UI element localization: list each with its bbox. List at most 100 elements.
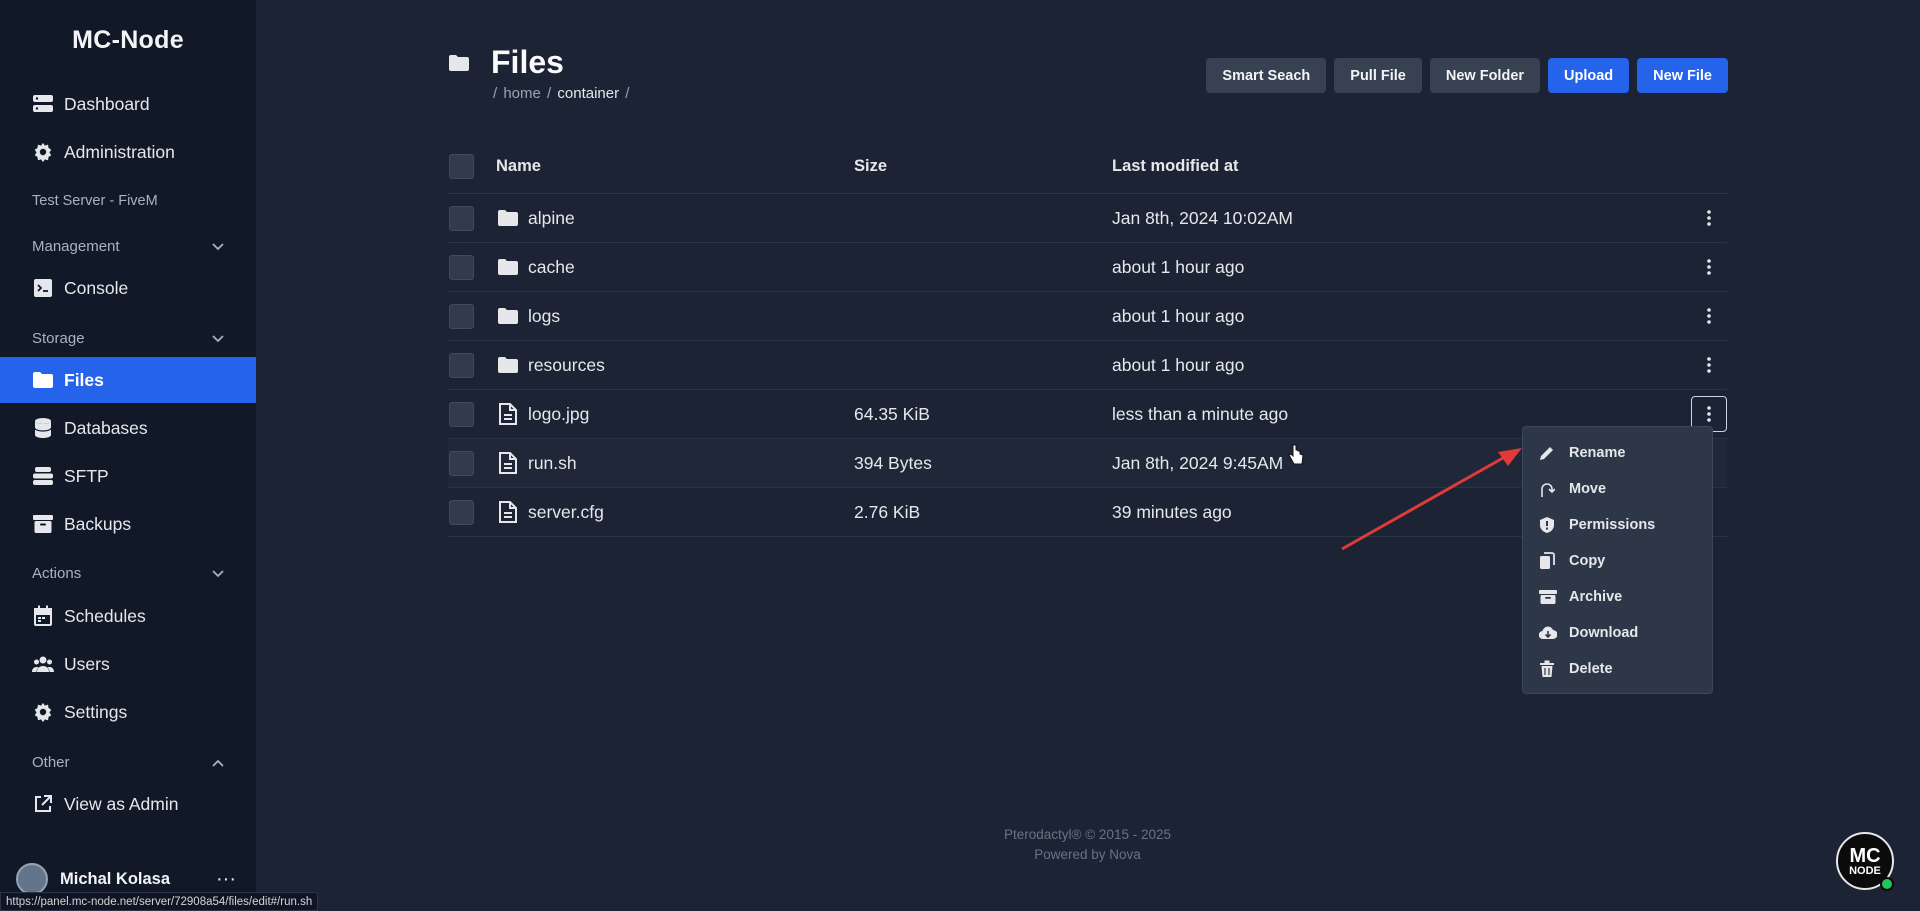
trash-icon xyxy=(1539,660,1559,678)
file-name-cell[interactable]: logs xyxy=(496,306,560,327)
sidebar-item-console[interactable]: Console xyxy=(0,265,256,311)
menu-item-label: Copy xyxy=(1569,553,1606,569)
menu-archive[interactable]: Archive xyxy=(1523,579,1712,615)
more-vertical-icon[interactable] xyxy=(1691,249,1727,285)
section-other[interactable]: Other xyxy=(0,747,256,777)
breadcrumb-separator: / xyxy=(547,85,552,102)
sidebar-item-schedules[interactable]: Schedules xyxy=(0,593,256,639)
row-checkbox[interactable] xyxy=(449,303,474,329)
column-modified[interactable]: Last modified at xyxy=(1112,157,1239,176)
sidebar-item-label: View as Admin xyxy=(64,793,179,814)
file-modified: Jan 8th, 2024 9:45AM xyxy=(1112,452,1284,473)
menu-permissions[interactable]: Permissions xyxy=(1523,507,1712,543)
file-name-cell[interactable]: cache xyxy=(496,257,575,278)
sidebar-item-settings[interactable]: Settings xyxy=(0,689,256,735)
file-name-cell[interactable]: run.sh xyxy=(496,452,577,474)
folder-icon xyxy=(496,258,520,276)
sidebar-item-users[interactable]: Users xyxy=(0,641,256,687)
file-name-cell[interactable]: logo.jpg xyxy=(496,403,589,425)
avatar[interactable] xyxy=(16,863,48,895)
select-all-checkbox[interactable] xyxy=(449,154,474,179)
file-name: run.sh xyxy=(528,452,577,473)
new-folder-button[interactable]: New Folder xyxy=(1429,58,1541,93)
folder-icon xyxy=(496,307,520,325)
section-actions[interactable]: Actions xyxy=(0,558,256,588)
online-status-dot xyxy=(1880,877,1894,891)
section-label: Management xyxy=(32,237,120,255)
pull-file-button[interactable]: Pull File xyxy=(1334,58,1422,93)
file-name-cell[interactable]: resources xyxy=(496,355,605,376)
sidebar-item-backups[interactable]: Backups xyxy=(0,501,256,547)
section-label: Other xyxy=(32,753,70,771)
sidebar-item-administration[interactable]: Administration xyxy=(0,129,256,175)
row-checkbox[interactable] xyxy=(449,450,474,476)
file-modified: about 1 hour ago xyxy=(1112,256,1245,277)
menu-delete[interactable]: Delete xyxy=(1523,651,1712,687)
file-name-cell[interactable]: server.cfg xyxy=(496,501,604,523)
pencil-icon xyxy=(1539,445,1559,461)
file-modified: less than a minute ago xyxy=(1112,403,1289,424)
file-modified: about 1 hour ago xyxy=(1112,305,1245,326)
sidebar-item-sftp[interactable]: SFTP xyxy=(0,453,256,499)
breadcrumb-separator: / xyxy=(625,85,630,102)
file-size: 64.35 KiB xyxy=(854,403,930,424)
menu-download[interactable]: Download xyxy=(1523,615,1712,651)
column-name[interactable]: Name xyxy=(496,157,541,176)
new-file-button[interactable]: New File xyxy=(1637,58,1728,93)
terminal-icon xyxy=(32,277,54,299)
sidebar-item-label: Backups xyxy=(64,513,132,534)
menu-item-label: Rename xyxy=(1569,445,1626,461)
section-management[interactable]: Management xyxy=(0,231,256,261)
file-name-cell[interactable]: alpine xyxy=(496,208,575,229)
sidebar-item-view-as-admin[interactable]: View as Admin xyxy=(0,781,256,827)
menu-item-label: Permissions xyxy=(1569,517,1656,533)
table-row[interactable]: resources about 1 hour ago xyxy=(448,341,1727,390)
sidebar-item-files[interactable]: Files xyxy=(0,357,256,403)
sidebar-item-label: Users xyxy=(64,653,110,674)
menu-rename[interactable]: Rename xyxy=(1523,435,1712,471)
sidebar-item-label: SFTP xyxy=(64,465,109,486)
menu-copy[interactable]: Copy xyxy=(1523,543,1712,579)
menu-move[interactable]: Move xyxy=(1523,471,1712,507)
sidebar-item-label: Console xyxy=(64,277,129,298)
row-checkbox[interactable] xyxy=(449,499,474,525)
folder-icon xyxy=(448,54,470,77)
smart-search-button[interactable]: Smart Seach xyxy=(1206,58,1327,93)
menu-item-label: Move xyxy=(1569,481,1607,497)
footer-powered-by: Powered by Nova xyxy=(1034,847,1141,862)
row-checkbox[interactable] xyxy=(449,352,474,378)
breadcrumb-current[interactable]: container xyxy=(557,85,619,102)
gear-icon xyxy=(32,701,54,723)
upload-button[interactable]: Upload xyxy=(1548,58,1630,93)
more-vertical-icon[interactable] xyxy=(1691,200,1727,236)
table-row[interactable]: alpine Jan 8th, 2024 10:02AM xyxy=(448,194,1727,243)
table-header: Name Size Last modified at xyxy=(448,140,1727,194)
sidebar-item-label: Administration xyxy=(64,141,175,162)
file-name: logo.jpg xyxy=(528,403,590,424)
archive-icon xyxy=(1539,589,1559,605)
menu-item-label: Delete xyxy=(1569,661,1613,677)
page-title: Files xyxy=(491,44,564,80)
more-vertical-icon[interactable] xyxy=(1691,347,1727,383)
row-checkbox[interactable] xyxy=(449,254,474,280)
shield-icon xyxy=(1539,516,1559,534)
menu-item-label: Archive xyxy=(1569,589,1623,605)
brand-logo[interactable]: MC-Node xyxy=(0,26,256,55)
table-row[interactable]: cache about 1 hour ago xyxy=(448,243,1727,292)
column-size[interactable]: Size xyxy=(854,157,887,176)
chevron-down-icon xyxy=(212,330,224,347)
breadcrumb-home[interactable]: home xyxy=(503,85,541,102)
sidebar-item-databases[interactable]: Databases xyxy=(0,405,256,451)
table-row[interactable]: logs about 1 hour ago xyxy=(448,292,1727,341)
sidebar-item-dashboard[interactable]: Dashboard xyxy=(0,81,256,127)
file-name: alpine xyxy=(528,207,575,228)
more-horizontal-icon[interactable]: ··· xyxy=(216,868,236,891)
calendar-icon xyxy=(32,605,54,627)
more-vertical-icon[interactable] xyxy=(1691,298,1727,334)
breadcrumb-separator: / xyxy=(493,85,498,102)
sidebar-item-label: Settings xyxy=(64,701,128,722)
row-checkbox[interactable] xyxy=(449,401,474,427)
row-checkbox[interactable] xyxy=(449,205,474,231)
file-icon xyxy=(496,501,520,523)
section-storage[interactable]: Storage xyxy=(0,323,256,353)
